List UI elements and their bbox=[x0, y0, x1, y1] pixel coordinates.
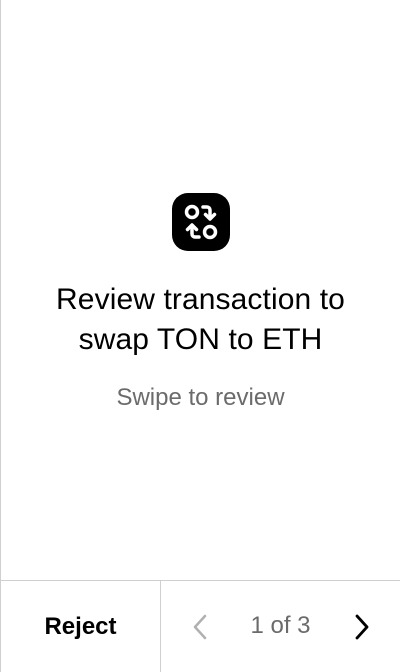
reject-button[interactable]: Reject bbox=[1, 581, 161, 672]
swipe-hint: Swipe to review bbox=[116, 384, 285, 411]
footer-bar: Reject 1 of 3 bbox=[1, 580, 400, 672]
swap-icon bbox=[172, 193, 230, 251]
review-title: Review transaction to swap TON to ETH bbox=[1, 280, 400, 360]
chevron-right-icon[interactable] bbox=[349, 613, 373, 641]
chevron-left-icon[interactable] bbox=[189, 613, 213, 641]
transaction-review-screen: Review transaction to swap TON to ETH Sw… bbox=[0, 0, 400, 672]
review-title-line-1: Review transaction to bbox=[56, 283, 345, 316]
pager: 1 of 3 bbox=[161, 581, 400, 672]
review-content[interactable]: Review transaction to swap TON to ETH Sw… bbox=[1, 0, 400, 580]
review-title-line-2: swap TON to ETH bbox=[78, 323, 323, 356]
page-indicator: 1 of 3 bbox=[250, 612, 311, 639]
